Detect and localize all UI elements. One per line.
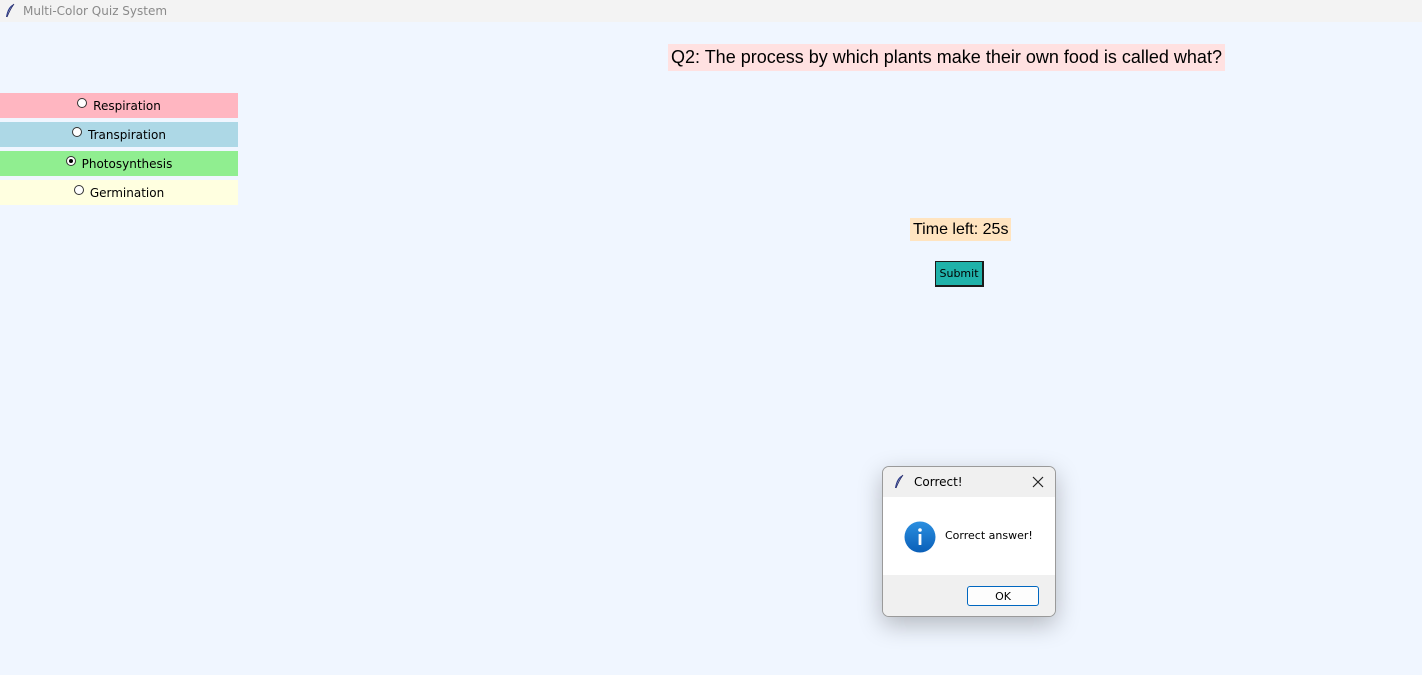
ok-button[interactable]: OK xyxy=(967,586,1039,606)
dialog-footer: OK xyxy=(883,575,1055,616)
radio-button[interactable] xyxy=(77,97,88,108)
feather-icon xyxy=(893,474,907,490)
option-label: Respiration xyxy=(93,98,161,113)
option-respiration[interactable]: Respiration xyxy=(0,93,238,118)
timer-label: Time left: 25s xyxy=(910,218,1012,241)
close-icon[interactable] xyxy=(1025,469,1051,495)
info-icon xyxy=(904,521,936,553)
radio-button[interactable] xyxy=(73,184,84,195)
dialog-body: Correct answer! xyxy=(883,497,1055,575)
window-titlebar: Multi-Color Quiz System xyxy=(0,0,1422,22)
radio-button[interactable] xyxy=(72,126,83,137)
question-label: Q2: The process by which plants make the… xyxy=(668,44,1225,71)
radio-button-selected[interactable] xyxy=(65,155,76,166)
option-label: Germination xyxy=(89,185,165,200)
option-photosynthesis[interactable]: Photosynthesis xyxy=(0,151,238,176)
dialog-message: Correct answer! xyxy=(945,529,1033,542)
dialog-title: Correct! xyxy=(914,475,963,489)
option-germination[interactable]: Germination xyxy=(0,180,238,205)
option-label: Photosynthesis xyxy=(81,156,173,171)
dialog-titlebar: Correct! xyxy=(883,467,1055,497)
window-title: Multi-Color Quiz System xyxy=(23,4,168,18)
option-transpiration[interactable]: Transpiration xyxy=(0,122,238,147)
submit-button[interactable]: Submit xyxy=(935,261,984,287)
option-label: Transpiration xyxy=(88,127,166,142)
feather-icon xyxy=(4,3,18,19)
message-dialog: Correct! Correct answer! OK xyxy=(882,466,1056,617)
